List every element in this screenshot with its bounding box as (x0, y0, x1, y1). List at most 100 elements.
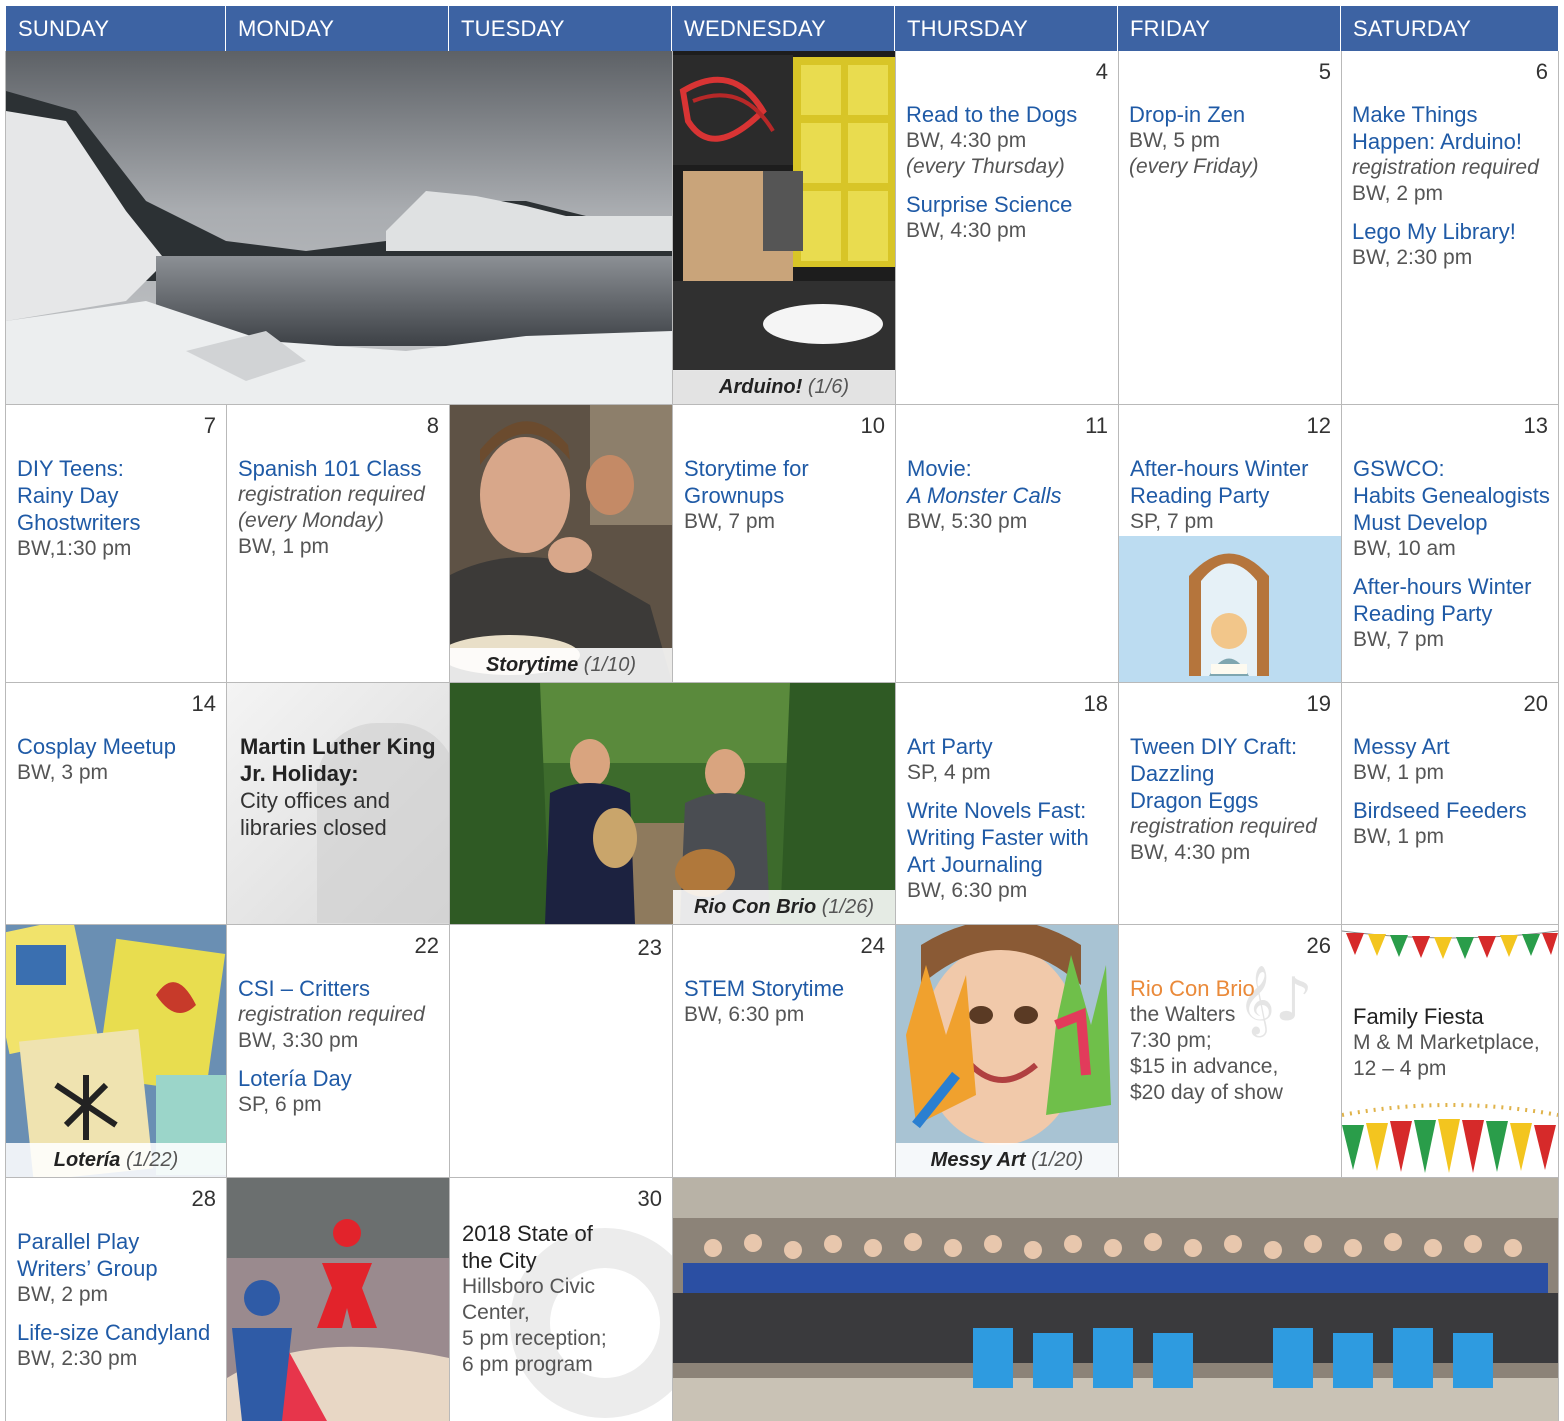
day-cell-6: 6 Make Things Happen: Arduino! registrat… (1341, 51, 1558, 404)
event[interactable]: Family Fiesta M & M Marketplace, 12 – 4 … (1353, 1003, 1550, 1082)
day-number: 7 (203, 413, 216, 438)
event-title[interactable]: Grownups (684, 482, 887, 509)
header-saturday: SATURDAY (1341, 6, 1558, 51)
day-cell-4: 4 Read to the Dogs BW, 4:30 pm (every Th… (895, 51, 1118, 404)
event[interactable]: Spanish 101 Class registration required … (238, 455, 441, 560)
loteria-photo: Lotería (1/22) (6, 925, 226, 1177)
event[interactable]: Tween DIY Craft: Dazzling Dragon Eggs re… (1130, 733, 1333, 866)
event[interactable]: CSI – Critters registration required BW,… (238, 975, 441, 1054)
event-title[interactable]: Parallel Play (17, 1228, 218, 1255)
event-title[interactable]: Storytime for (684, 455, 887, 482)
event-title[interactable]: the City (462, 1247, 664, 1274)
event-title[interactable]: Dragon Eggs (1130, 787, 1333, 814)
event-title[interactable]: Write Novels Fast: (907, 797, 1110, 824)
event[interactable]: Make Things Happen: Arduino! registratio… (1352, 101, 1550, 207)
event-title[interactable]: Cosplay Meetup (17, 733, 218, 760)
event-title[interactable]: CSI – Critters (238, 975, 441, 1002)
event-title[interactable]: Spanish 101 Class (238, 455, 441, 482)
event-detail: M & M Marketplace, (1353, 1031, 1540, 1054)
day-cell-5: 5 Drop-in Zen BW, 5 pm (every Friday) (1118, 51, 1341, 404)
event-title[interactable]: DIY Teens: (17, 455, 218, 482)
event-title[interactable]: Reading Party (1130, 482, 1333, 509)
event-detail: BW, 7 pm (1353, 628, 1445, 651)
event-title[interactable]: Rainy Day (17, 482, 218, 509)
event-title[interactable]: Ghostwriters (17, 509, 218, 536)
rio-con-brio-photo: Rio Con Brio (1/26) (450, 683, 895, 924)
event[interactable]: 2018 State of the City Hillsboro Civic C… (462, 1220, 664, 1378)
event-title[interactable]: Movie: (907, 455, 1110, 482)
event-title[interactable]: After-hours Winter (1353, 573, 1550, 600)
event-title[interactable]: Read to the Dogs (906, 101, 1110, 128)
event-title[interactable]: Birdseed Feeders (1353, 797, 1550, 824)
event-detail: BW, 6:30 pm (684, 1003, 805, 1026)
event-detail: BW, 3:30 pm (238, 1029, 359, 1052)
event[interactable]: Cosplay Meetup BW, 3 pm (17, 733, 218, 786)
event-title[interactable]: Dazzling (1130, 760, 1333, 787)
event[interactable]: Lotería Day SP, 6 pm (238, 1065, 441, 1118)
day-cell-23: 23 (450, 925, 672, 1177)
event-title[interactable]: Lotería Day (238, 1065, 441, 1092)
event[interactable]: GSWCO: Habits Genealogists Must Develop … (1353, 455, 1550, 562)
event-title[interactable]: Writers’ Group (17, 1255, 218, 1282)
event[interactable]: Surprise Science BW, 4:30 pm (906, 191, 1110, 244)
event[interactable]: After-hours Winter Reading Party SP, 7 p… (1130, 455, 1333, 535)
event[interactable]: Parallel Play Writers’ Group BW, 2 pm (17, 1228, 218, 1308)
event-title[interactable]: Life-size Candyland (17, 1319, 218, 1346)
event[interactable]: Art Party SP, 4 pm (907, 733, 1110, 786)
day-number: 30 (637, 1186, 662, 1211)
event-title[interactable]: Lego My Library! (1352, 218, 1550, 245)
storytime-caption: Storytime (1/10) (450, 648, 672, 682)
event-title[interactable]: Art Party (907, 733, 1110, 760)
day-cell-15-holiday: Martin Luther King Jr. Holiday: City off… (227, 683, 449, 924)
event[interactable]: Read to the Dogs BW, 4:30 pm (every Thur… (906, 101, 1110, 180)
event[interactable]: Write Novels Fast: Writing Faster with A… (907, 797, 1110, 904)
day-number: 11 (1085, 413, 1108, 438)
event-title[interactable]: Messy Art (1353, 733, 1550, 760)
day-number: 26 (1306, 933, 1331, 958)
event-title[interactable]: Tween DIY Craft: (1130, 733, 1333, 760)
event-title[interactable]: Rio Con Brio (1130, 975, 1333, 1002)
event[interactable]: Movie: A Monster Calls BW, 5:30 pm (907, 455, 1110, 535)
day-cell-18: 18 Art Party SP, 4 pm Write Novels Fast:… (896, 683, 1118, 924)
event-title[interactable]: After-hours Winter (1130, 455, 1333, 482)
event-detail: the Walters (1130, 1003, 1236, 1026)
day-cell-14: 14 Cosplay Meetup BW, 3 pm (6, 683, 226, 924)
event[interactable]: Drop-in Zen BW, 5 pm (every Friday) (1129, 101, 1333, 180)
holiday-detail: City offices and (240, 788, 391, 813)
event-detail: BW, 4:30 pm (906, 219, 1027, 242)
event-detail: 12 – 4 pm (1353, 1057, 1447, 1080)
event-title[interactable]: Happen: Arduino! (1352, 128, 1550, 155)
event[interactable]: Birdseed Feeders BW, 1 pm (1353, 797, 1550, 850)
day-cell-11: 11 Movie: A Monster Calls BW, 5:30 pm (896, 405, 1118, 682)
event-title[interactable]: Must Develop (1353, 509, 1550, 536)
day-number: 23 (637, 935, 662, 960)
event-title[interactable]: Habits Genealogists (1353, 482, 1550, 509)
day-number: 8 (426, 413, 439, 438)
event-title[interactable]: Make Things (1352, 101, 1550, 128)
arduino-photo: Arduino! (1/6) (673, 51, 895, 404)
event[interactable]: Life-size Candyland BW, 2:30 pm (17, 1319, 218, 1372)
event[interactable]: Rio Con Brio the Walters 7:30 pm; $15 in… (1130, 975, 1333, 1106)
event-title[interactable]: 2018 State of (462, 1220, 664, 1247)
event[interactable]: Storytime for Grownups BW, 7 pm (684, 455, 887, 535)
event-title[interactable]: Drop-in Zen (1129, 101, 1333, 128)
event-title[interactable]: GSWCO: (1353, 455, 1550, 482)
event-note: registration required (1130, 815, 1317, 838)
event[interactable]: DIY Teens: Rainy Day Ghostwriters BW,1:3… (17, 455, 218, 562)
rio-con-brio-caption: Rio Con Brio (1/26) (673, 890, 895, 924)
event-title[interactable]: STEM Storytime (684, 975, 887, 1002)
event-title[interactable]: Family Fiesta (1353, 1003, 1550, 1030)
event-title[interactable]: A Monster Calls (907, 482, 1110, 509)
event[interactable]: Messy Art BW, 1 pm (1353, 733, 1550, 786)
event-title[interactable]: Surprise Science (906, 191, 1110, 218)
event[interactable]: After-hours Winter Reading Party BW, 7 p… (1353, 573, 1550, 653)
event[interactable]: STEM Storytime BW, 6:30 pm (684, 975, 887, 1028)
day-cell-7: 7 DIY Teens: Rainy Day Ghostwriters BW,1… (6, 405, 226, 682)
event-title[interactable]: Writing Faster with (907, 824, 1110, 851)
event-title[interactable]: Reading Party (1353, 600, 1550, 627)
event[interactable]: Lego My Library! BW, 2:30 pm (1352, 218, 1550, 271)
event-detail: BW, 1 pm (1353, 761, 1445, 784)
event-title[interactable]: Art Journaling (907, 851, 1110, 878)
event-detail: BW, 2 pm (17, 1283, 109, 1306)
event-detail: BW, 1 pm (1353, 825, 1445, 848)
